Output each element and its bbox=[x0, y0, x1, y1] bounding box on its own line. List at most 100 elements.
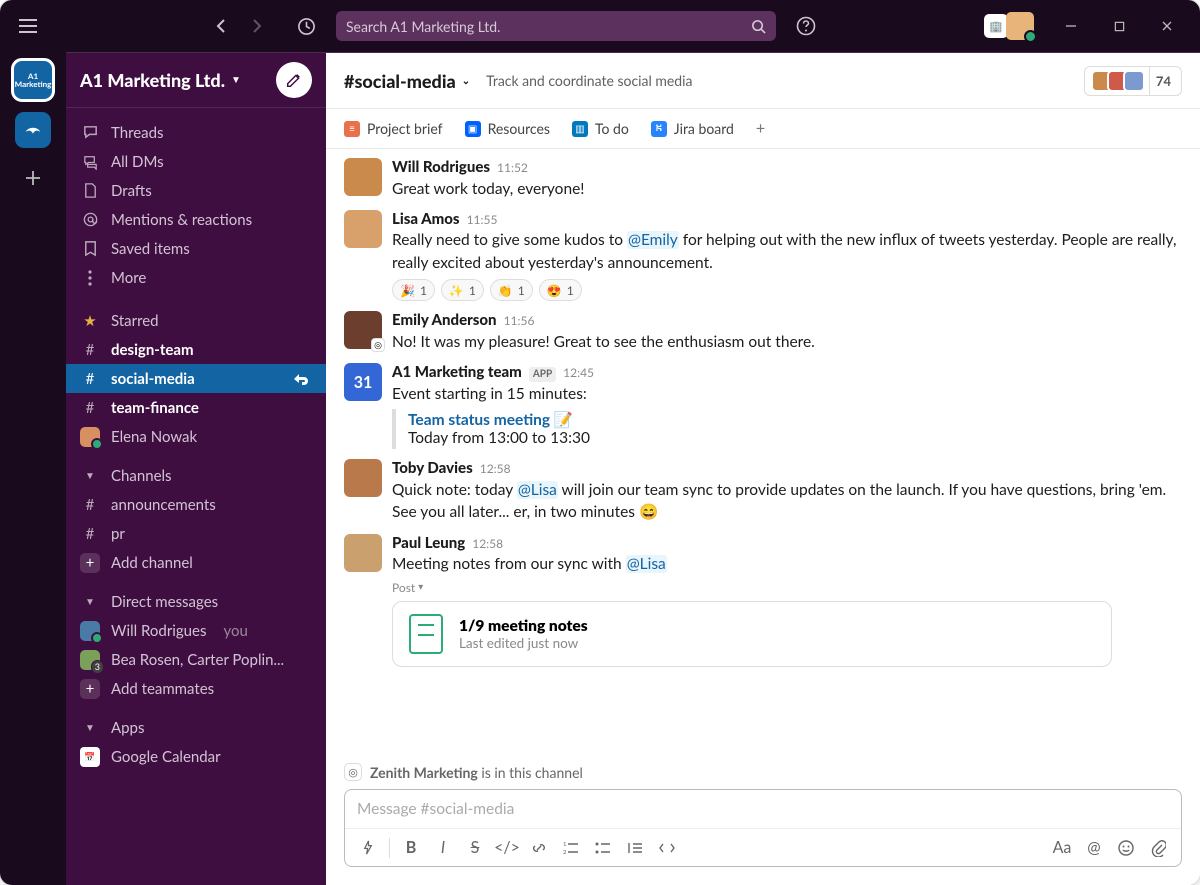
hash-icon: # bbox=[80, 370, 100, 388]
nav-drafts[interactable]: Drafts bbox=[66, 176, 326, 205]
message-list[interactable]: Will Rodrigues 11:52 Great work today, eve… bbox=[326, 149, 1200, 755]
add-teammates-button[interactable]: + Add teammates bbox=[66, 674, 326, 703]
channel-title-button[interactable]: #social-media ⌄ bbox=[344, 70, 470, 92]
attach-button[interactable] bbox=[1143, 833, 1173, 863]
code-block-button[interactable] bbox=[652, 833, 682, 863]
sidebar: A1 Marketing Ltd. ▼ Threads All DMs bbox=[66, 52, 326, 885]
event-attachment[interactable]: Team status meeting 📝Today from 13:00 to… bbox=[392, 409, 1182, 449]
composer-input[interactable]: Message #social-media bbox=[345, 790, 1181, 828]
mention[interactable]: @Emily bbox=[627, 231, 679, 249]
message-author[interactable]: Lisa Amos bbox=[392, 210, 460, 230]
shortcuts-button[interactable] bbox=[353, 833, 383, 863]
message-text: Great work today, everyone! bbox=[392, 178, 1182, 200]
workspace-header[interactable]: A1 Marketing Ltd. ▼ bbox=[66, 52, 326, 108]
reaction[interactable]: ✨1 bbox=[441, 279, 484, 301]
bookmark-resources[interactable]: ▣ Resources bbox=[465, 120, 550, 137]
search-input[interactable]: Search A1 Marketing Ltd. bbox=[336, 11, 776, 41]
bold-button[interactable]: B bbox=[396, 833, 426, 863]
nav-threads[interactable]: Threads bbox=[66, 118, 326, 147]
dm-elena-nowak[interactable]: Elena Nowak bbox=[66, 422, 326, 451]
app-google-calendar[interactable]: 📅 Google Calendar bbox=[66, 742, 326, 771]
user-avatar bbox=[1006, 12, 1034, 40]
mention-button[interactable]: @ bbox=[1079, 833, 1109, 863]
add-bookmark-button[interactable]: + bbox=[756, 119, 765, 138]
file-attachment[interactable]: 1/9 meeting notesLast edited just now bbox=[392, 601, 1112, 667]
bullet-list-button[interactable] bbox=[588, 833, 618, 863]
ordered-list-button[interactable]: 12 bbox=[556, 833, 586, 863]
reaction[interactable]: 🎉1 bbox=[392, 279, 435, 301]
code-button[interactable]: </> bbox=[492, 833, 522, 863]
channel-team-finance[interactable]: # team-finance bbox=[66, 393, 326, 422]
mention[interactable]: @Lisa bbox=[626, 555, 667, 573]
message-author[interactable]: Paul Leung bbox=[392, 534, 465, 554]
message-time: 11:52 bbox=[497, 160, 528, 176]
channel-design-team[interactable]: # design-team bbox=[66, 335, 326, 364]
channel-pr[interactable]: # pr bbox=[66, 519, 326, 548]
composer-toolbar: B I S </> 12 Aa @ bbox=[345, 828, 1181, 866]
link-button[interactable] bbox=[524, 833, 554, 863]
account-switcher[interactable]: 🏢 bbox=[984, 12, 1034, 40]
dm-group-bea-carter[interactable]: Bea Rosen, Carter Poplin... bbox=[66, 645, 326, 674]
bookmark-jira[interactable]: ⛕ Jira board bbox=[651, 120, 734, 137]
avatar-stack bbox=[80, 650, 100, 670]
workspace-tile-2[interactable] bbox=[15, 112, 51, 148]
attachment-title: 1/9 meeting notes bbox=[459, 617, 588, 635]
window-maximize-button[interactable] bbox=[1098, 10, 1140, 42]
section-channels[interactable]: ▼ Channels bbox=[66, 461, 326, 490]
compose-button[interactable] bbox=[276, 62, 312, 98]
message-text: Meeting notes from our sync with @Lisa bbox=[392, 553, 1182, 575]
message[interactable]: ◎Emily Anderson11:56No! It was my pleasu… bbox=[326, 306, 1200, 358]
dms-icon bbox=[80, 153, 100, 170]
italic-button[interactable]: I bbox=[428, 833, 458, 863]
message[interactable]: Will Rodrigues 11:52 Great work today, eve… bbox=[326, 153, 1200, 205]
mention[interactable]: @Lisa bbox=[517, 481, 558, 499]
strikethrough-button[interactable]: S bbox=[460, 833, 490, 863]
hash-icon: # bbox=[80, 341, 100, 359]
message-author[interactable]: Will Rodrigues bbox=[392, 158, 490, 178]
nav-all-dms[interactable]: All DMs bbox=[66, 147, 326, 176]
add-channel-button[interactable]: + Add channel bbox=[66, 548, 326, 577]
message[interactable]: Paul Leung12:58Meeting notes from our sy… bbox=[326, 529, 1200, 672]
message[interactable]: Lisa Amos11:55Really need to give some k… bbox=[326, 205, 1200, 306]
message-composer[interactable]: Message #social-media B I S </> 12 bbox=[344, 789, 1182, 867]
section-starred[interactable]: ★ Starred bbox=[66, 306, 326, 335]
message-time: 12:45 bbox=[563, 365, 594, 381]
section-apps[interactable]: ▼ Apps bbox=[66, 713, 326, 742]
workspace-tile-active[interactable]: A1 Marketing bbox=[13, 60, 53, 100]
help-icon[interactable] bbox=[790, 10, 822, 42]
message[interactable]: 31A1 Marketing teamAPP12:45Event startin… bbox=[326, 358, 1200, 454]
message-author[interactable]: Emily Anderson bbox=[392, 311, 497, 331]
chevron-down-icon: ⌄ bbox=[462, 75, 470, 87]
post-label[interactable]: Post ▾ bbox=[392, 580, 1182, 595]
reaction[interactable]: 😍1 bbox=[539, 279, 582, 301]
history-clock-icon[interactable] bbox=[290, 10, 322, 42]
blockquote-button[interactable] bbox=[620, 833, 650, 863]
huddle-icon[interactable] bbox=[292, 372, 312, 386]
channel-members-button[interactable]: 74 bbox=[1084, 66, 1182, 96]
channel-bookmarks: ≡ Project brief ▣ Resources ▥ To do ⛕ Ji… bbox=[326, 109, 1200, 149]
format-button[interactable]: Aa bbox=[1047, 833, 1077, 863]
channel-topic[interactable]: Track and coordinate social media bbox=[486, 72, 692, 89]
history-back-button[interactable] bbox=[206, 10, 238, 42]
bookmark-project-brief[interactable]: ≡ Project brief bbox=[344, 120, 443, 137]
message-author[interactable]: Toby Davies bbox=[392, 459, 473, 479]
section-direct-messages[interactable]: ▼ Direct messages bbox=[66, 587, 326, 616]
channel-social-media[interactable]: # social-media bbox=[66, 364, 326, 393]
message[interactable]: Toby Davies12:58Quick note: today @Lisa … bbox=[326, 454, 1200, 528]
message-author[interactable]: A1 Marketing team bbox=[392, 363, 522, 383]
channel-announcements[interactable]: # announcements bbox=[66, 490, 326, 519]
avatar bbox=[344, 210, 382, 248]
add-workspace-button[interactable] bbox=[15, 160, 51, 196]
reaction[interactable]: 👏1 bbox=[490, 279, 533, 301]
hash-icon: # bbox=[80, 399, 100, 417]
nav-saved-items[interactable]: Saved items bbox=[66, 234, 326, 263]
emoji-button[interactable] bbox=[1111, 833, 1141, 863]
nav-more[interactable]: More bbox=[66, 263, 326, 292]
hamburger-icon[interactable] bbox=[12, 10, 44, 42]
message-time: 12:58 bbox=[480, 461, 511, 477]
window-minimize-button[interactable] bbox=[1050, 10, 1092, 42]
bookmark-todo[interactable]: ▥ To do bbox=[572, 120, 629, 137]
window-close-button[interactable] bbox=[1146, 10, 1188, 42]
dm-will-rodrigues[interactable]: Will Rodrigues you bbox=[66, 616, 326, 645]
nav-mentions[interactable]: Mentions & reactions bbox=[66, 205, 326, 234]
